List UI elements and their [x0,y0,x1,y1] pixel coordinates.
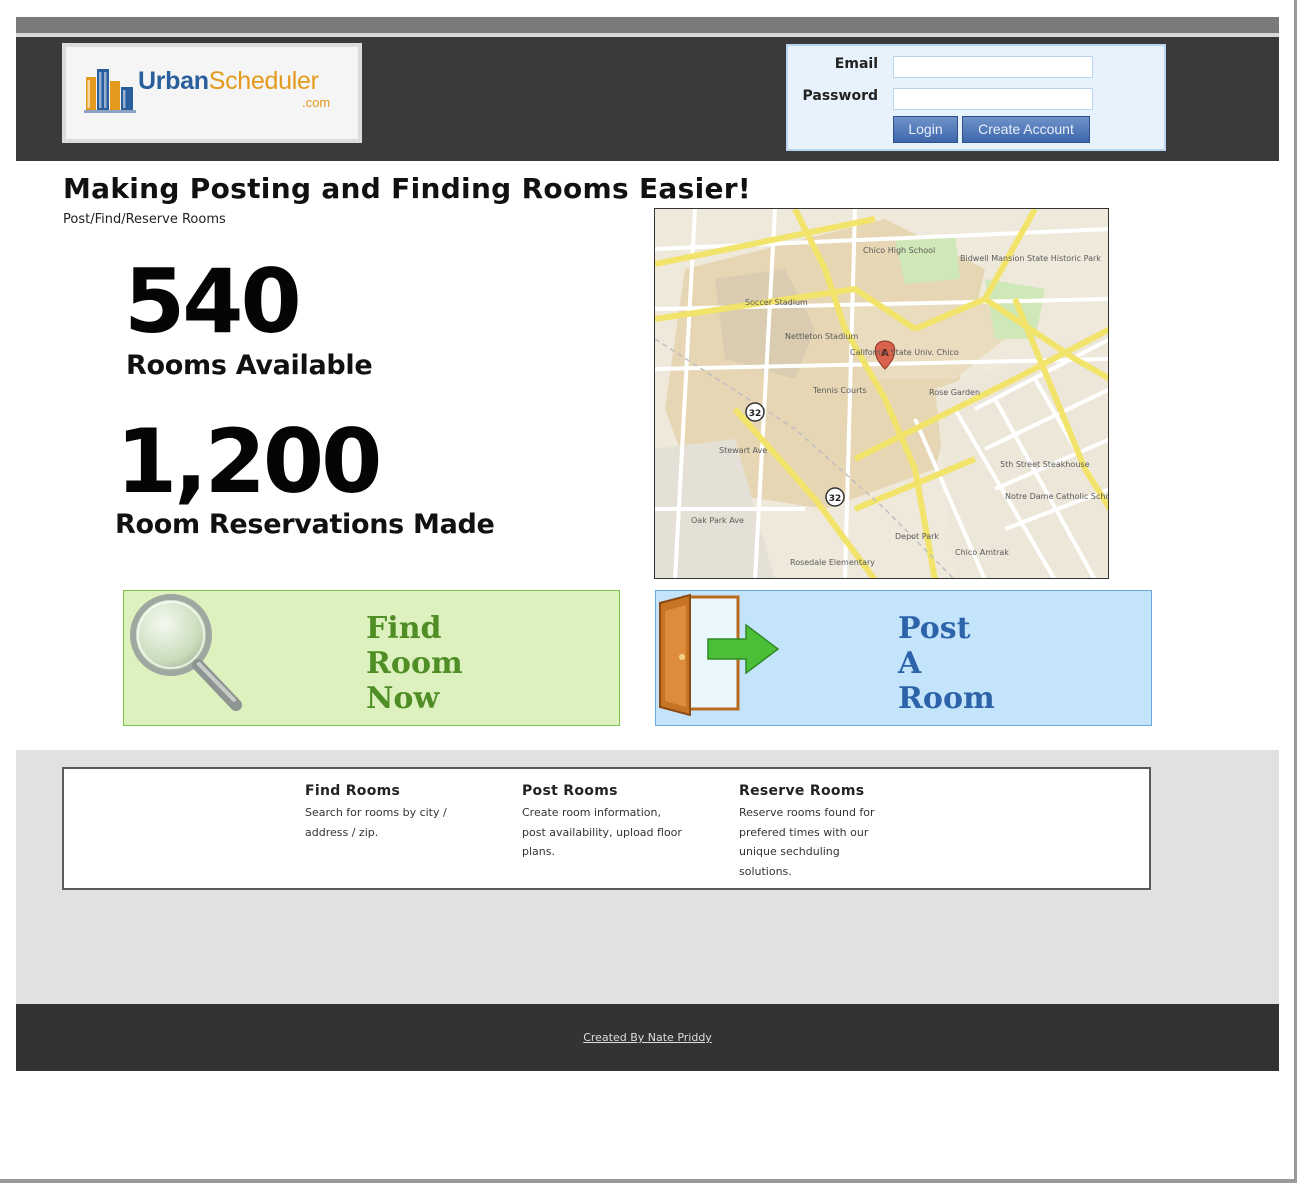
map-label-nettleton: Nettleton Stadium [785,332,858,341]
feature-title: Post Rooms [522,783,618,799]
find-room-line1: Find [366,611,442,646]
feature-post-rooms: Post Rooms Create room information, post… [522,783,687,862]
feature-title: Find Rooms [305,783,401,799]
map-label-chico-high: Chico High School [863,246,935,255]
author-credit-link[interactable]: Created By Nate Priddy [16,1031,1279,1044]
route-32-shield: 32 [749,409,762,419]
map-label-depot: Depot Park [895,532,939,541]
logo-word-urban: Urban [138,67,209,95]
post-room-button[interactable]: Post A Room [655,590,1152,726]
post-room-line1: Post [898,611,971,646]
buildings-icon [84,69,136,113]
feature-title: Reserve Rooms [739,783,865,799]
find-room-button[interactable]: Find Room Now [123,590,620,726]
login-form: Email Password Login Create Account [786,44,1166,151]
password-label: Password [802,88,878,104]
map-label-notre-dame: Notre Dame Catholic School [1005,492,1109,501]
map-label-rose: Rose Garden [929,388,980,397]
map-label-bidwell: Bidwell Mansion State Historic Park [960,254,1101,263]
create-account-button[interactable]: Create Account [962,116,1090,143]
top-strip [16,17,1279,33]
page-headline: Making Posting and Finding Rooms Easier! [63,172,751,205]
rooms-available-count: 540 [124,250,302,353]
logo-suffix: .com [302,95,331,110]
login-button[interactable]: Login [893,116,958,143]
post-room-line3: Room [898,681,995,716]
location-map[interactable]: 32 32 A Chico High School Bidwell Mansio… [654,208,1109,579]
map-label-oak-park: Oak Park Ave [691,516,744,525]
feature-description: Reserve rooms found for prefered times w… [739,806,875,878]
password-field[interactable] [893,88,1093,110]
reservations-count: 1,200 [116,410,382,513]
route-32-shield-2: 32 [829,494,842,504]
find-room-line2: Room [366,646,463,681]
map-label-amtrak: Chico Amtrak [955,548,1009,557]
map-label-tennis: Tennis Courts [812,386,867,395]
find-room-line3: Now [366,681,440,716]
map-label-steakhouse: 5th Street Steakhouse [1000,460,1090,469]
rooms-available-label: Rooms Available [126,350,373,381]
map-label-soccer: Soccer Stadium [745,298,808,307]
post-room-line2: A [898,646,922,681]
logo-word-scheduler: Scheduler [208,67,319,95]
door-arrow-icon [659,593,780,716]
email-field[interactable] [893,56,1093,78]
feature-description: Create room information, post availabili… [522,806,682,858]
map-graphic: 32 32 A Chico High School Bidwell Mansio… [655,209,1109,578]
reservations-label: Room Reservations Made [115,509,495,540]
map-label-stewart: Stewart Ave [719,446,767,455]
feature-description: Search for rooms by city / address / zip… [305,806,447,839]
feature-find-rooms: Find Rooms Search for rooms by city / ad… [305,783,470,842]
magnifying-glass-icon [130,594,242,711]
site-footer: Created By Nate Priddy [16,1004,1279,1071]
page-subheadline: Post/Find/Reserve Rooms [63,212,226,227]
site-logo[interactable]: UrbanScheduler .com [62,43,362,143]
feature-reserve-rooms: Reserve Rooms Reserve rooms found for pr… [739,783,894,881]
map-label-rosedale: Rosedale Elementary [790,558,875,567]
logo-wordmark: UrbanScheduler [138,67,319,96]
email-label: Email [834,56,878,72]
features-panel: Find Rooms Search for rooms by city / ad… [62,767,1151,890]
map-label-csu: California State Univ. Chico [850,348,959,357]
